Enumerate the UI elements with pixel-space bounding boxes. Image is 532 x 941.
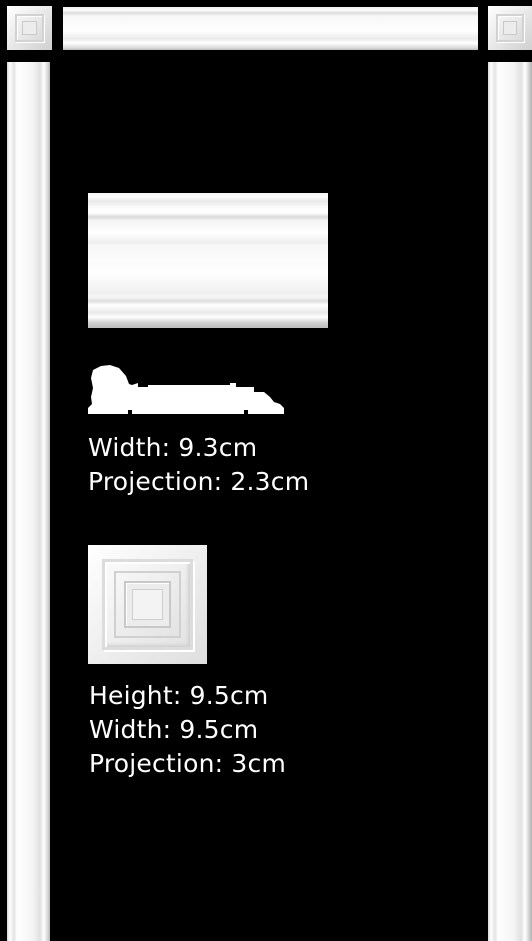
rosette-inner-square [503,21,517,35]
rosette-projection-spec: Projection: 3cm [89,749,286,778]
rosette-sample-image [88,545,207,664]
door-frame-showcase: Width: 9.3cm Projection: 2.3cm Height: 9… [0,0,532,941]
right-side-casing [488,62,532,941]
moulding-width-spec: Width: 9.3cm [88,433,258,462]
rosette-width-spec: Width: 9.5cm [89,715,259,744]
rosette-center-square [132,589,163,620]
top-left-corner-rosette [7,6,52,50]
moulding-specs: Width: 9.3cm Projection: 2.3cm [88,431,309,499]
rosette-height-spec: Height: 9.5cm [89,681,269,710]
profile-silhouette-shape [88,365,284,414]
moulding-projection-spec: Projection: 2.3cm [88,467,310,496]
moulding-sample-image [88,193,328,328]
rosette-inner-square [22,21,37,35]
left-side-casing [7,62,50,941]
top-right-corner-rosette [488,6,532,50]
rosette-specs: Height: 9.5cm Width: 9.5cm Projection: 3… [89,679,286,781]
moulding-profile-icon [88,365,284,414]
head-casing [63,7,478,50]
